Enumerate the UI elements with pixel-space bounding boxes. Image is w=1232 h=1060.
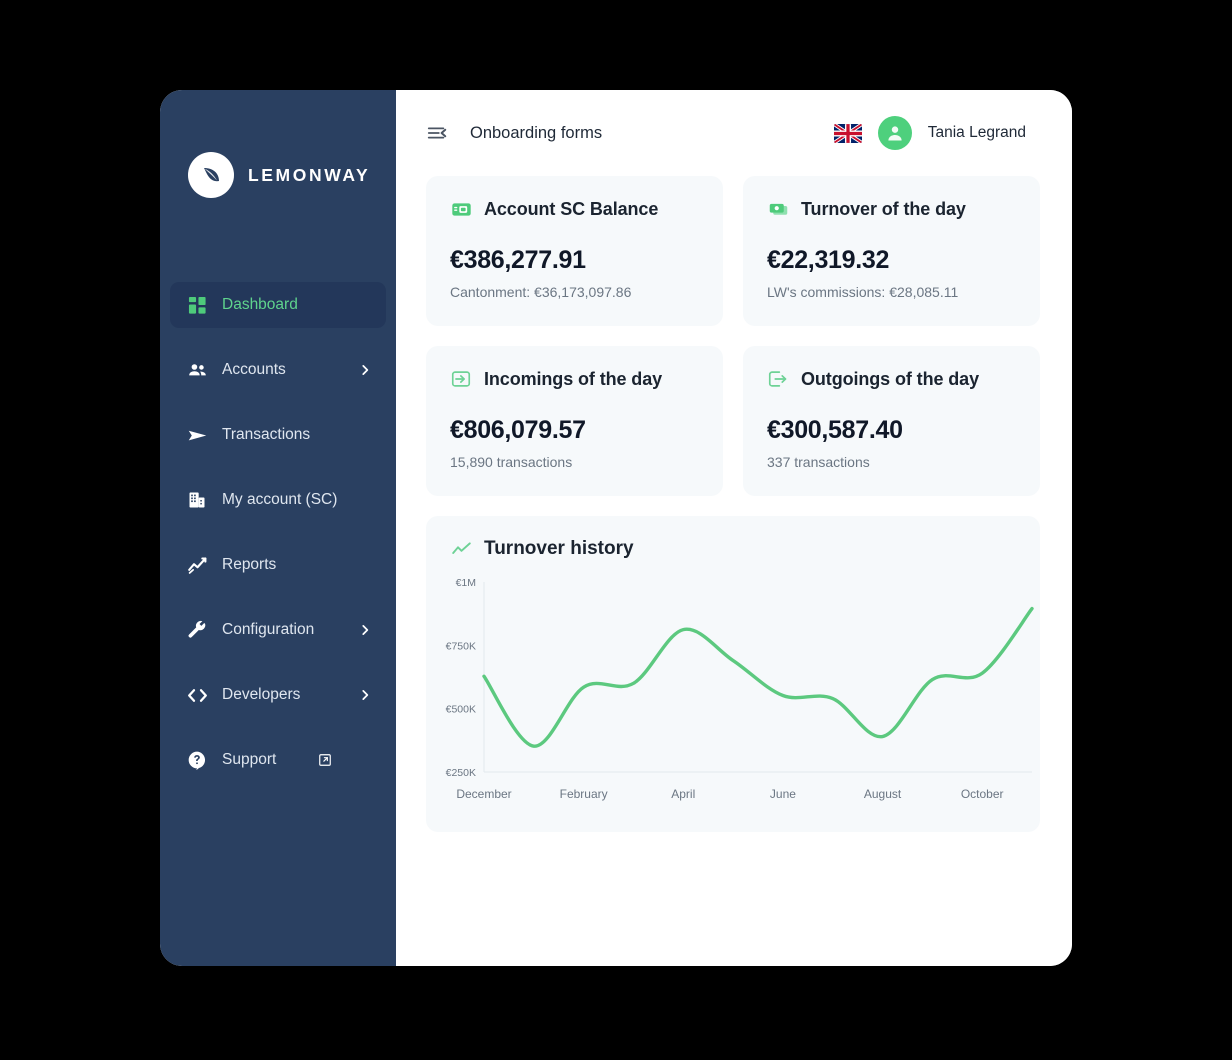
sidebar-item-label: Reports (222, 556, 277, 573)
stat-card-value: €806,079.57 (450, 416, 586, 444)
send-icon (186, 424, 208, 446)
sidebar: LEMONWAY Dashboard Accounts Transactions… (160, 90, 396, 966)
main-area: Onboarding forms Tania Legrand Account S… (396, 90, 1072, 966)
trend-line-icon (450, 538, 472, 560)
chart-series-line (484, 609, 1032, 747)
chevron-right-icon[interactable] (358, 688, 372, 702)
help-circle-icon (186, 749, 208, 771)
stat-card-subtext: 15,890 transactions (450, 454, 573, 470)
chart-y-tick-label: €250K (446, 767, 476, 779)
sidebar-nav: Dashboard Accounts Transactions My accou… (160, 282, 396, 802)
stat-card-grid: Account SC Balance €386,277.91 Cantonmen… (426, 176, 1040, 496)
stat-card-turnover-of-the-day[interactable]: Turnover of the day €22,319.32 LW's comm… (743, 176, 1040, 326)
sidebar-item-accounts[interactable]: Accounts (170, 347, 386, 393)
stat-card-title: Account SC Balance (484, 198, 659, 219)
stat-card-outgoings-of-the-day[interactable]: Outgoings of the day €300,587.40 337 tra… (743, 346, 1040, 496)
stat-card-title: Outgoings of the day (801, 368, 979, 389)
sidebar-item-label: Accounts (222, 361, 286, 378)
chart-header: Turnover history (426, 538, 1040, 560)
grid-icon (186, 294, 208, 316)
sidebar-item-label: Dashboard (222, 296, 298, 313)
sidebar-item-support[interactable]: Support (170, 737, 386, 783)
stat-card-header: Outgoings of the day (767, 368, 1016, 390)
dashboard-content: Account SC Balance €386,277.91 Cantonmen… (396, 176, 1072, 966)
chart-x-tick-label: February (560, 787, 608, 801)
code-icon (186, 684, 208, 706)
external-link-icon[interactable] (318, 753, 332, 767)
money-stack-icon (767, 198, 789, 220)
stat-card-title: Incomings of the day (484, 368, 663, 389)
wrench-icon (186, 619, 208, 641)
stat-card-subtext: LW's commissions: €28,085.11 (767, 284, 959, 300)
sidebar-item-developers[interactable]: Developers (170, 672, 386, 718)
app-window: LEMONWAY Dashboard Accounts Transactions… (160, 90, 1072, 966)
top-bar-right: Tania Legrand (833, 116, 1026, 150)
brand-logo[interactable]: LEMONWAY (160, 90, 396, 198)
sidebar-item-my-account-sc[interactable]: My account (SC) (170, 477, 386, 523)
chart-x-tick-label: April (671, 787, 695, 801)
stat-card-header: Incomings of the day (450, 368, 699, 390)
chevron-right-icon[interactable] (358, 363, 372, 377)
sidebar-item-reports[interactable]: Reports (170, 542, 386, 588)
sidebar-item-dashboard[interactable]: Dashboard (170, 282, 386, 328)
chart-y-tick-label: €500K (446, 704, 476, 716)
chart-plot-area[interactable]: €250K €500K €750K €1M December February April J… (426, 568, 1040, 818)
chart-y-tick-label: €1M (456, 577, 476, 589)
sidebar-item-label: Developers (222, 686, 301, 703)
stat-card-title: Turnover of the day (801, 198, 966, 219)
turnover-history-card: Turnover history €250K €500K €750K €1M Decem… (426, 516, 1040, 832)
chart-y-tick-label: €750K (446, 640, 476, 652)
analytics-icon (186, 554, 208, 576)
chart-title: Turnover history (484, 538, 634, 559)
chart-x-tick-label: October (961, 787, 1004, 801)
stat-card-header: Account SC Balance (450, 198, 699, 220)
sidebar-item-label: Support (222, 751, 277, 768)
collapse-menu-icon[interactable] (424, 120, 450, 146)
stat-card-value: €386,277.91 (450, 246, 586, 274)
page-title: Onboarding forms (470, 123, 603, 142)
banknote-icon (450, 198, 472, 220)
sidebar-item-configuration[interactable]: Configuration (170, 607, 386, 653)
stat-card-header: Turnover of the day (767, 198, 1016, 220)
sidebar-item-label: Configuration (222, 621, 315, 638)
arrow-out-of-box-icon (767, 368, 789, 390)
sidebar-item-label: Transactions (222, 426, 311, 443)
stat-card-incomings-of-the-day[interactable]: Incomings of the day €806,079.57 15,890 … (426, 346, 723, 496)
building-icon (186, 489, 208, 511)
stat-card-subtext: Cantonment: €36,173,097.86 (450, 284, 632, 300)
uk-flag-icon[interactable] (833, 123, 862, 143)
arrow-into-box-icon (450, 368, 472, 390)
stat-card-value: €300,587.40 (767, 416, 903, 444)
people-icon (186, 359, 208, 381)
sidebar-item-label: My account (SC) (222, 491, 338, 508)
chevron-right-icon[interactable] (358, 623, 372, 637)
chart-x-tick-label: June (770, 787, 796, 801)
top-bar: Onboarding forms Tania Legrand (396, 90, 1072, 176)
sidebar-item-transactions[interactable]: Transactions (170, 412, 386, 458)
user-avatar-icon[interactable] (877, 116, 912, 150)
brand-name: LEMONWAY (248, 164, 371, 185)
lemonway-leaf-logo-icon (188, 152, 234, 198)
chart-x-tick-label: August (864, 787, 902, 801)
stat-card-subtext: 337 transactions (767, 454, 870, 470)
user-name[interactable]: Tania Legrand (928, 124, 1026, 142)
turnover-history-line-chart[interactable]: €250K €500K €750K €1M December February April J… (426, 568, 1040, 818)
stat-card-value: €22,319.32 (767, 246, 890, 274)
chart-x-tick-label: December (456, 787, 511, 801)
stat-card-account-sc-balance[interactable]: Account SC Balance €386,277.91 Cantonmen… (426, 176, 723, 326)
